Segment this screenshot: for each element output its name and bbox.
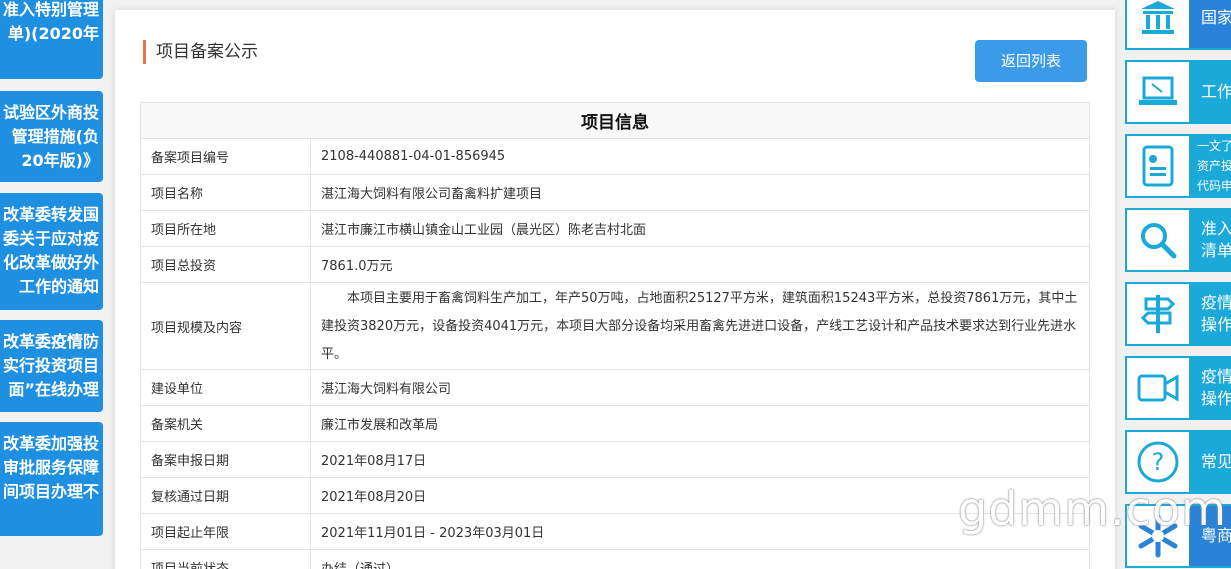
right-card-work[interactable]: 工作 bbox=[1125, 60, 1231, 124]
left-sidebar: 准入特别管理 单)(2020年 试验区外商投 管理措施(负 20年版)》 改革委… bbox=[0, 0, 103, 569]
right-card-label: 工作 bbox=[1201, 82, 1231, 101]
right-card-label: 一文了 bbox=[1197, 139, 1231, 153]
left-card-2[interactable]: 试验区外商投 管理措施(负 20年版)》 bbox=[0, 91, 103, 182]
left-card-line: 化改革做好外 bbox=[2, 253, 99, 272]
right-card-label: 国家 bbox=[1201, 8, 1231, 27]
left-card-line: 改革委转发国 bbox=[2, 205, 99, 224]
right-card-label: 代码申 bbox=[1197, 179, 1231, 193]
table-row: 项目当前状态 办结（通过） bbox=[140, 549, 1090, 569]
row-label: 项目名称 bbox=[140, 174, 311, 211]
right-card-label: 疫情期 bbox=[1201, 293, 1231, 312]
laptop-icon bbox=[1127, 62, 1189, 122]
left-card-line: 实行投资项目 bbox=[2, 356, 99, 375]
table-row: 项目总投资 7861.0万元 bbox=[140, 246, 1090, 283]
right-card-label: 常见 bbox=[1201, 452, 1231, 471]
table-row: 复核通过日期 2021年08月20日 bbox=[140, 477, 1090, 514]
row-value: 廉江市发展和改革局 bbox=[310, 405, 1090, 442]
right-card-label: 资产投 bbox=[1197, 159, 1231, 173]
left-card-line: 改革委疫情防 bbox=[2, 332, 99, 351]
left-card-line: 试验区外商投 bbox=[2, 103, 99, 122]
row-label: 备案项目编号 bbox=[140, 138, 311, 175]
left-card-line: 单)(2020年 bbox=[7, 24, 99, 43]
right-card-label: 操作 bbox=[1201, 315, 1231, 334]
table-row: 备案机关 廉江市发展和改革局 bbox=[140, 405, 1090, 442]
row-value: 2021年08月17日 bbox=[310, 441, 1090, 478]
row-label: 项目规模及内容 bbox=[140, 282, 311, 370]
bank-icon bbox=[1127, 0, 1189, 48]
left-card-line: 间项目办理不 bbox=[2, 482, 99, 501]
row-label: 项目总投资 bbox=[140, 246, 311, 283]
left-card-line: 20年版)》 bbox=[21, 151, 99, 170]
row-label: 备案申报日期 bbox=[140, 441, 311, 478]
table-row: 项目所在地 湛江市廉江市横山镇金山工业园（晨光区）陈老吉村北面 bbox=[140, 210, 1090, 247]
table-row: 备案项目编号 2108-440881-04-01-856945 bbox=[140, 138, 1090, 175]
right-card-label: 疫情期 bbox=[1201, 367, 1231, 386]
right-card-label: 清单 bbox=[1201, 241, 1231, 260]
table-row: 建设单位 湛江海大饲料有限公司 bbox=[140, 369, 1090, 406]
row-value: 本项目主要用于畜禽饲料生产加工，年产50万吨，占地面积25127平方米，建筑面积… bbox=[310, 282, 1090, 370]
row-label: 项目所在地 bbox=[140, 210, 311, 247]
row-label: 项目起止年限 bbox=[140, 513, 311, 550]
row-value: 湛江海大饲料有限公司 bbox=[310, 369, 1090, 406]
row-value: 办结（通过） bbox=[310, 549, 1090, 569]
left-card-5[interactable]: 改革委加强投 审批服务保障 间项目办理不 bbox=[0, 422, 103, 536]
right-card-epidemic-1[interactable]: 疫情期 操作 bbox=[1125, 282, 1231, 346]
signpost-icon bbox=[1127, 284, 1189, 344]
left-card-4[interactable]: 改革委疫情防 实行投资项目 面”在线办理 bbox=[0, 320, 103, 412]
page-title: 项目备案公示 bbox=[143, 40, 258, 64]
table-row: 项目名称 湛江海大饲料有限公司畜禽料扩建项目 bbox=[140, 174, 1090, 211]
search-icon bbox=[1127, 210, 1189, 270]
left-card-1[interactable]: 准入特别管理 单)(2020年 bbox=[0, 0, 103, 79]
left-card-line: 面”在线办理 bbox=[8, 380, 99, 399]
right-card-epidemic-2[interactable]: 疫情期 操作指 bbox=[1125, 356, 1231, 420]
row-label: 备案机关 bbox=[140, 405, 311, 442]
table-row: 项目规模及内容 本项目主要用于畜禽饲料生产加工，年产50万吨，占地面积25127… bbox=[140, 282, 1090, 370]
video-icon bbox=[1127, 358, 1189, 418]
right-card-label: 准入 bbox=[1201, 219, 1231, 238]
row-label: 项目当前状态 bbox=[140, 549, 311, 569]
left-card-line: 审批服务保障 bbox=[2, 458, 99, 477]
document-icon bbox=[1127, 136, 1189, 196]
left-card-line: 管理措施(负 bbox=[11, 127, 99, 146]
row-value: 2108-440881-04-01-856945 bbox=[310, 138, 1090, 175]
right-card-label: 操作指 bbox=[1201, 389, 1231, 408]
row-label: 复核通过日期 bbox=[140, 477, 311, 514]
right-card-access-list[interactable]: 准入 清单 bbox=[1125, 208, 1231, 272]
left-card-line: 委关于应对疫 bbox=[2, 229, 99, 248]
row-value: 湛江市廉江市横山镇金山工业园（晨光区）陈老吉村北面 bbox=[310, 210, 1090, 247]
left-card-line: 工作的通知 bbox=[18, 277, 99, 296]
watermark: gdmm.com bbox=[958, 482, 1227, 536]
left-card-3[interactable]: 改革委转发国 委关于应对疫 化改革做好外 工作的通知 bbox=[0, 193, 103, 310]
project-info-table: 项目信息 备案项目编号 2108-440881-04-01-856945 项目名… bbox=[140, 102, 1090, 569]
right-card-doc[interactable]: 一文了 资产投 代码申 bbox=[1125, 134, 1231, 198]
table-row: 备案申报日期 2021年08月17日 bbox=[140, 441, 1090, 478]
row-value: 湛江海大饲料有限公司畜禽料扩建项目 bbox=[310, 174, 1090, 211]
svg-text:?: ? bbox=[1152, 448, 1165, 476]
row-label: 建设单位 bbox=[140, 369, 311, 406]
left-card-line: 改革委加强投 bbox=[2, 434, 99, 453]
row-value: 7861.0万元 bbox=[310, 246, 1090, 283]
right-card-national[interactable]: 国家 bbox=[1125, 0, 1231, 50]
back-to-list-button[interactable]: 返回列表 bbox=[975, 40, 1087, 82]
table-caption: 项目信息 bbox=[140, 102, 1090, 139]
table-row: 项目起止年限 2021年11月01日 - 2023年03月01日 bbox=[140, 513, 1090, 550]
left-card-line: 准入特别管理 bbox=[2, 0, 99, 19]
